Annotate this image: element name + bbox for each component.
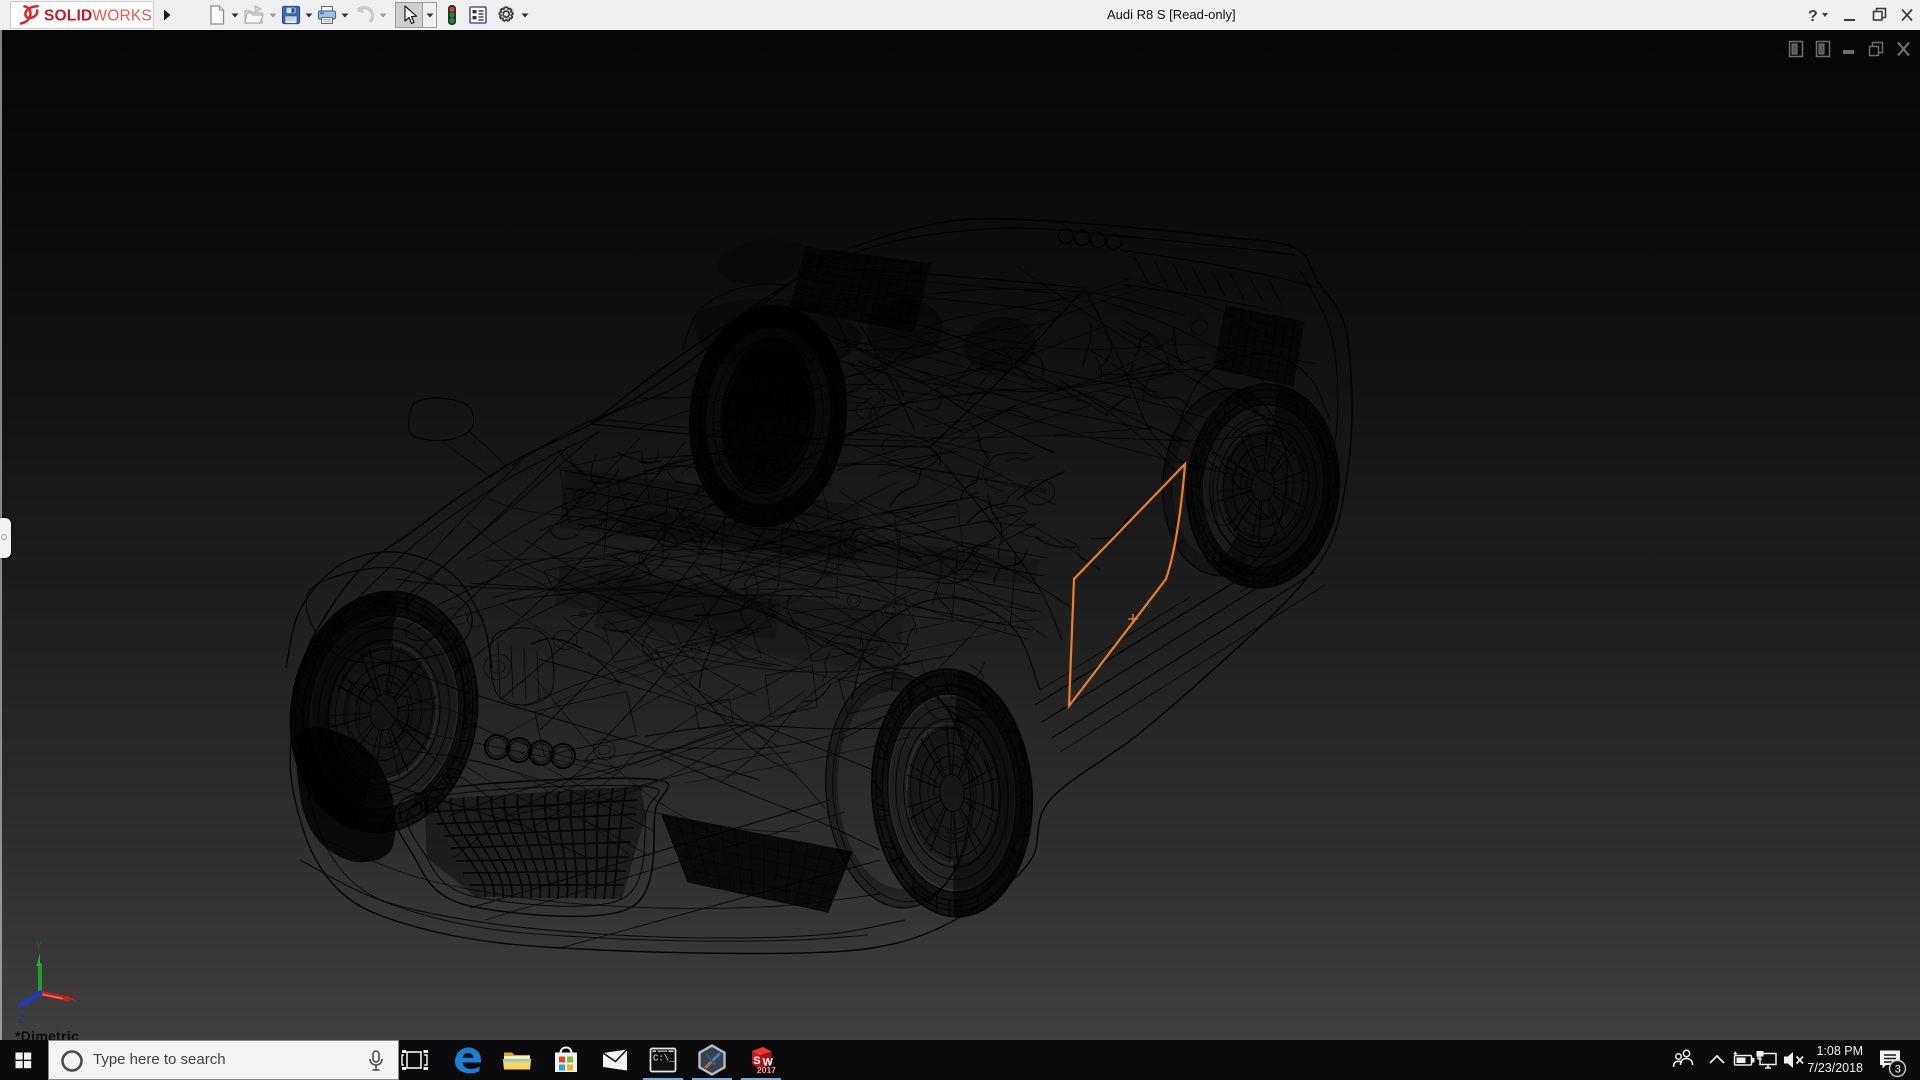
svg-text:3: 3 — [1895, 1064, 1901, 1076]
svg-text:2017: 2017 — [757, 1065, 776, 1075]
svg-text:Z: Z — [18, 1014, 25, 1026]
svg-text:C:\_: C:\_ — [653, 1054, 675, 1064]
svg-text:X: X — [70, 984, 78, 996]
svg-text:?: ? — [1808, 8, 1818, 25]
svg-text:Y: Y — [35, 940, 43, 952]
svg-text:SOLIDWORKS: SOLIDWORKS — [44, 8, 152, 25]
